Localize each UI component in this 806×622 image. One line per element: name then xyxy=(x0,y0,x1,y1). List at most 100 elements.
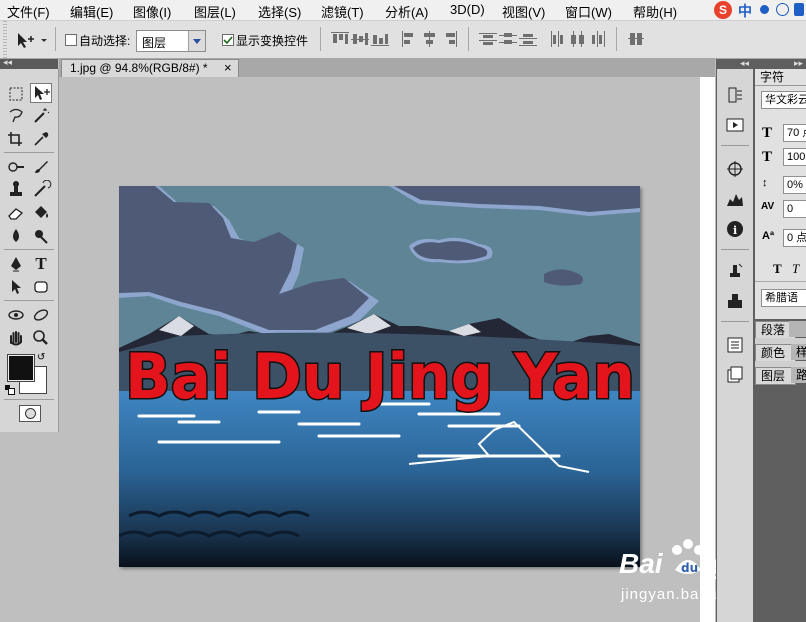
distribute-horizontal-centers-icon[interactable] xyxy=(569,31,587,47)
tracking-icon: AV xyxy=(761,201,775,212)
zoom-tool-icon[interactable] xyxy=(30,328,52,348)
tab-color[interactable]: 颜色 xyxy=(755,344,796,362)
menu-filter[interactable]: 滤镜(T) xyxy=(321,2,364,21)
options-bar: 自动选择: 图层 显示变换控件 xyxy=(0,21,806,59)
collapse-icon[interactable]: ◂◂ xyxy=(3,57,12,68)
punctuation-icon[interactable] xyxy=(760,5,769,14)
expand-icon[interactable]: ◂◂ xyxy=(740,58,749,69)
marquee-tool-icon[interactable] xyxy=(5,84,27,104)
faux-italic-icon[interactable]: T xyxy=(792,261,799,277)
distribute-bottom-icon[interactable] xyxy=(519,31,537,47)
menu-select[interactable]: 选择(S) xyxy=(258,2,301,21)
swap-colors-icon[interactable]: ↺ xyxy=(37,352,45,363)
pen-tool-icon[interactable] xyxy=(5,254,27,274)
headline-text: Bai Du Jing Yan xyxy=(125,340,635,413)
align-left-edges-icon[interactable] xyxy=(401,31,419,47)
eyedropper-tool-icon[interactable] xyxy=(30,129,52,149)
menu-image[interactable]: 图像(I) xyxy=(133,2,171,21)
smile-icon[interactable] xyxy=(776,3,789,16)
leading-field[interactable]: 100 xyxy=(783,148,806,166)
scale-field[interactable]: 0% xyxy=(783,176,806,194)
styles-panel-icon[interactable] xyxy=(725,365,745,385)
default-colors-icon[interactable] xyxy=(5,385,15,395)
auto-select-dropdown[interactable]: 图层 xyxy=(136,30,206,52)
dodge-tool-icon[interactable] xyxy=(30,226,52,246)
paint-bucket-tool-icon[interactable] xyxy=(30,203,52,223)
faux-bold-icon[interactable]: T xyxy=(773,261,782,277)
hand-tool-icon[interactable] xyxy=(5,328,27,348)
menu-analysis[interactable]: 分析(A) xyxy=(385,2,428,21)
clone-stamp-tool-icon[interactable] xyxy=(5,180,27,200)
close-icon[interactable]: × xyxy=(224,60,232,75)
menu-file[interactable]: 文件(F) xyxy=(7,2,50,21)
auto-align-layers-icon[interactable] xyxy=(627,31,645,47)
tab-paths[interactable]: 路 xyxy=(791,367,806,383)
show-transform-checkbox[interactable] xyxy=(222,34,234,46)
font-family-field[interactable]: 华文彩云 xyxy=(761,91,806,109)
keyboard-icon[interactable] xyxy=(794,3,804,16)
lasso-tool-icon[interactable] xyxy=(5,106,27,126)
tab-layers[interactable]: 图层 xyxy=(755,367,796,385)
align-top-edges-icon[interactable] xyxy=(331,31,349,47)
menu-edit[interactable]: 编辑(E) xyxy=(70,2,113,21)
actions-panel-icon[interactable] xyxy=(725,115,745,135)
panel-separator xyxy=(721,145,749,146)
info-panel-icon[interactable]: i xyxy=(725,219,745,239)
crop-tool-icon[interactable] xyxy=(5,129,27,149)
history-panel-icon[interactable] xyxy=(725,85,745,105)
distribute-right-icon[interactable] xyxy=(589,31,607,47)
auto-select-value: 图层 xyxy=(142,36,167,50)
menu-view[interactable]: 视图(V) xyxy=(502,2,545,21)
layer-comps-panel-icon[interactable] xyxy=(725,335,745,355)
menu-layer[interactable]: 图层(L) xyxy=(194,2,236,21)
clone-source-panel-icon[interactable] xyxy=(725,261,745,281)
font-size-field[interactable]: 70 点 xyxy=(783,124,806,142)
foreground-color-swatch[interactable] xyxy=(7,354,35,382)
tool-presets-panel-icon[interactable] xyxy=(725,291,745,311)
landscape-artwork: Bai Du Jing Yan xyxy=(119,186,640,567)
document-image[interactable]: Bai Du Jing Yan xyxy=(119,186,640,567)
auto-select-checkbox[interactable] xyxy=(65,34,77,46)
tab-swatches[interactable]: 样 xyxy=(791,344,806,360)
path-selection-tool-icon[interactable] xyxy=(5,277,27,297)
menu-help[interactable]: 帮助(H) xyxy=(633,2,677,21)
align-right-edges-icon[interactable] xyxy=(441,31,459,47)
panel-icon-strip: i xyxy=(717,69,753,622)
tracking-field[interactable]: 0 xyxy=(783,200,806,218)
history-brush-tool-icon[interactable] xyxy=(30,179,52,200)
language-field[interactable]: 希腊语 xyxy=(761,289,806,307)
leading-icon: T xyxy=(762,149,773,165)
quick-mask-icon[interactable] xyxy=(19,405,41,422)
align-horizontal-centers-icon[interactable] xyxy=(421,31,439,47)
align-vertical-centers-icon[interactable] xyxy=(351,31,369,47)
3d-orbit-tool-icon[interactable] xyxy=(30,305,52,325)
options-grip xyxy=(3,21,7,58)
move-tool-icon[interactable] xyxy=(30,83,52,103)
distribute-top-icon[interactable] xyxy=(479,31,497,47)
eraser-tool-icon[interactable] xyxy=(5,203,27,223)
histogram-panel-icon[interactable] xyxy=(725,189,745,209)
menu-3d[interactable]: 3D(D) xyxy=(450,2,485,17)
sogou-icon[interactable]: S xyxy=(714,1,732,19)
chevron-down-icon[interactable] xyxy=(188,31,205,51)
tab-character[interactable]: 字符 xyxy=(755,69,806,85)
distribute-vertical-centers-icon[interactable] xyxy=(499,31,517,47)
collapse-icon[interactable]: ▸▸ xyxy=(794,58,803,69)
navigator-panel-icon[interactable] xyxy=(725,159,745,179)
baseline-shift-field[interactable]: 0 点 xyxy=(783,229,806,247)
magic-wand-tool-icon[interactable] xyxy=(30,106,52,126)
document-tab[interactable]: 1.jpg @ 94.8%(RGB/8#) * × xyxy=(61,59,239,78)
blur-tool-icon[interactable] xyxy=(5,226,27,246)
3d-rotate-tool-icon[interactable] xyxy=(5,305,27,325)
rectangle-tool-icon[interactable] xyxy=(30,277,52,297)
distribute-left-icon[interactable] xyxy=(549,31,567,47)
brush-tool-icon[interactable] xyxy=(30,157,52,177)
menu-window[interactable]: 窗口(W) xyxy=(565,2,612,21)
align-bottom-edges-icon[interactable] xyxy=(371,31,389,47)
spot-healing-tool-icon[interactable] xyxy=(5,157,27,177)
tool-preset-picker[interactable] xyxy=(14,30,48,50)
type-tool-icon[interactable]: T xyxy=(30,254,52,274)
ime-mode[interactable]: 中 xyxy=(738,1,752,21)
ime-toolbar[interactable]: S 中 xyxy=(712,0,806,20)
tools-panel-header[interactable]: ◂◂ xyxy=(0,57,58,69)
